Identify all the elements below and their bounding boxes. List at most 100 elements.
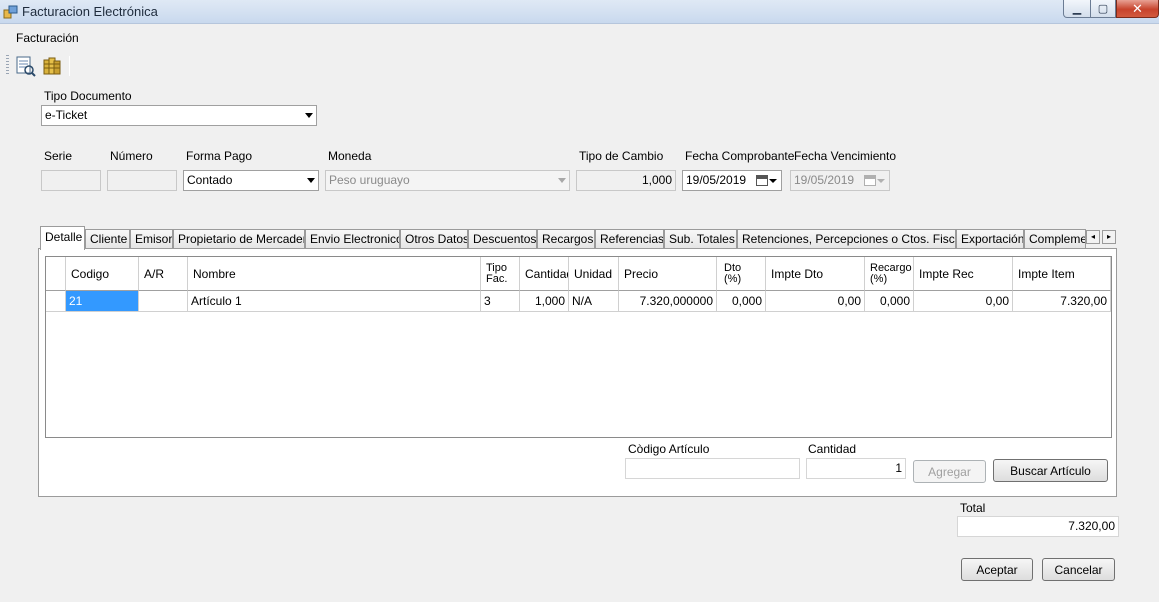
- col-cantidad-label: Cantidad: [525, 266, 569, 281]
- window-title: Facturacion Electrónica: [22, 4, 158, 19]
- tab-scroll-right-button[interactable]: ▸: [1102, 230, 1116, 244]
- col-recargo[interactable]: Recargo (%): [865, 257, 914, 291]
- col-dto[interactable]: Dto (%): [717, 257, 766, 291]
- cell-impte-dto[interactable]: 0,00: [766, 291, 865, 312]
- tab-cliente[interactable]: Cliente: [85, 229, 130, 249]
- tab-envio-electronico[interactable]: Envio Electronico: [305, 229, 400, 249]
- fecha-vencimiento-value: 19/05/2019: [794, 173, 855, 187]
- cell-impte-rec[interactable]: 0,00: [914, 291, 1013, 312]
- maximize-button[interactable]: ▢: [1090, 0, 1116, 18]
- col-recargo-label-1: Recargo: [870, 261, 912, 274]
- fecha-vencimiento-picker[interactable]: 19/05/2019: [790, 170, 890, 191]
- forma-pago-value: Contado: [187, 173, 233, 187]
- cell-codigo[interactable]: 21: [66, 291, 139, 312]
- col-impte-item[interactable]: Impte Item: [1013, 257, 1111, 291]
- fecha-comprobante-label: Fecha Comprobante: [685, 149, 795, 163]
- col-tipo-fac-label-2: Fac.: [486, 272, 508, 285]
- cell-unidad[interactable]: N/A: [569, 291, 619, 312]
- numero-field[interactable]: [107, 170, 177, 191]
- coins-icon: [43, 57, 61, 75]
- col-nombre[interactable]: Nombre: [188, 257, 481, 291]
- cancelar-button[interactable]: Cancelar: [1042, 558, 1115, 581]
- tab-exportacion[interactable]: Exportación: [956, 229, 1024, 249]
- menu-facturacion[interactable]: Facturación: [16, 31, 79, 45]
- arrow-right-icon: ▸: [1106, 232, 1111, 241]
- close-icon: ✕: [1132, 0, 1143, 16]
- col-precio-label: Precio: [624, 266, 659, 281]
- report-icon: [16, 56, 36, 77]
- tab-detalle[interactable]: Detalle: [40, 226, 85, 250]
- col-unidad-label: Unidad: [574, 266, 613, 281]
- fecha-comprobante-value: 19/05/2019: [686, 173, 747, 187]
- cell-nombre[interactable]: Artículo 1: [188, 291, 481, 312]
- tab-retenciones[interactable]: Retenciones, Percepciones o Ctos. Fiscal…: [737, 229, 956, 249]
- tab-complementos[interactable]: Complementos: [1024, 229, 1086, 249]
- tab-sub-totales[interactable]: Sub. Totales: [664, 229, 737, 249]
- col-codigo[interactable]: Codigo: [66, 257, 139, 291]
- cell-ar[interactable]: [139, 291, 188, 312]
- forma-pago-select[interactable]: Contado: [183, 170, 319, 191]
- buscar-articulo-button[interactable]: Buscar Artículo: [993, 459, 1108, 482]
- tab-emisor[interactable]: Emisor: [130, 229, 173, 249]
- agregar-button[interactable]: Agregar: [913, 460, 986, 483]
- detail-grid[interactable]: Codigo A/R Nombre Tipo Fac. Cantidad Unid…: [45, 256, 1112, 438]
- tipo-documento-select[interactable]: e-Ticket: [41, 105, 317, 126]
- minimize-icon: ▁: [1072, 3, 1082, 15]
- row-header[interactable]: [46, 291, 66, 312]
- col-tipo-fac-label-1: Tipo: [486, 261, 507, 274]
- chevron-down-icon: [307, 178, 315, 183]
- app-icon: [3, 5, 18, 19]
- tab-referencias[interactable]: Referencias: [595, 229, 664, 249]
- col-tipo-fac[interactable]: Tipo Fac.: [481, 257, 520, 291]
- tab-propietario-mercaderia[interactable]: Propietario de Mercadería: [173, 229, 305, 249]
- moneda-value: Peso uruguayo: [329, 173, 410, 187]
- tab-descuentos[interactable]: Descuentos: [468, 229, 537, 249]
- fecha-vencimiento-label: Fecha Vencimiento: [794, 149, 897, 163]
- col-precio[interactable]: Precio: [619, 257, 717, 291]
- minimize-button[interactable]: ▁: [1063, 0, 1091, 18]
- calendar-icon: [756, 175, 768, 186]
- moneda-label: Moneda: [328, 149, 372, 163]
- col-impte-rec[interactable]: Impte Rec: [914, 257, 1013, 291]
- tab-otros-datos[interactable]: Otros Datos: [400, 229, 468, 249]
- col-unidad[interactable]: Unidad: [569, 257, 619, 291]
- fecha-comprobante-picker[interactable]: 19/05/2019: [682, 170, 782, 191]
- coins-button[interactable]: [41, 55, 63, 77]
- serie-field[interactable]: [41, 170, 101, 191]
- tipo-cambio-field[interactable]: 1,000: [576, 170, 676, 191]
- cell-recargo[interactable]: 0,000: [865, 291, 914, 312]
- row-header-corner: [46, 257, 66, 291]
- codigo-articulo-input[interactable]: [625, 458, 800, 479]
- col-dto-label-1: Dto: [724, 261, 742, 274]
- col-impte-dto[interactable]: Impte Dto: [766, 257, 865, 291]
- cell-impte-item[interactable]: 7.320,00: [1013, 291, 1111, 312]
- cantidad-label: Cantidad: [808, 442, 857, 456]
- col-recargo-label-2: (%): [870, 272, 888, 285]
- total-field: 7.320,00: [957, 516, 1119, 537]
- tab-recargos[interactable]: Recargos: [537, 229, 595, 249]
- aceptar-button[interactable]: Aceptar: [961, 558, 1033, 581]
- tab-scroll-left-button[interactable]: ◂: [1086, 230, 1100, 244]
- col-nombre-label: Nombre: [193, 266, 236, 281]
- toolbar-grip: [6, 55, 9, 75]
- toolbar-separator: [69, 56, 70, 76]
- arrow-left-icon: ◂: [1090, 232, 1095, 241]
- cantidad-input[interactable]: 1: [806, 458, 906, 479]
- title-bar: Facturacion Electrónica ▁ ▢ ✕: [0, 0, 1159, 24]
- report-button[interactable]: [14, 55, 36, 77]
- col-dto-label-2: (%): [724, 272, 742, 285]
- moneda-select[interactable]: Peso uruguayo: [325, 170, 570, 191]
- close-button[interactable]: ✕: [1116, 0, 1159, 18]
- chevron-down-icon: [558, 178, 566, 183]
- col-ar[interactable]: A/R: [139, 257, 188, 291]
- cell-tipo-fac[interactable]: 3: [481, 291, 520, 312]
- total-label: Total: [960, 501, 986, 515]
- chevron-down-icon: [769, 179, 777, 183]
- cell-cantidad[interactable]: 1,000: [520, 291, 569, 312]
- cell-precio[interactable]: 7.320,000000: [619, 291, 717, 312]
- col-impte-rec-label: Impte Rec: [919, 266, 974, 281]
- serie-label: Serie: [44, 149, 73, 163]
- col-impte-dto-label: Impte Dto: [771, 266, 824, 281]
- cell-dto[interactable]: 0,000: [717, 291, 766, 312]
- col-cantidad[interactable]: Cantidad: [520, 257, 569, 291]
